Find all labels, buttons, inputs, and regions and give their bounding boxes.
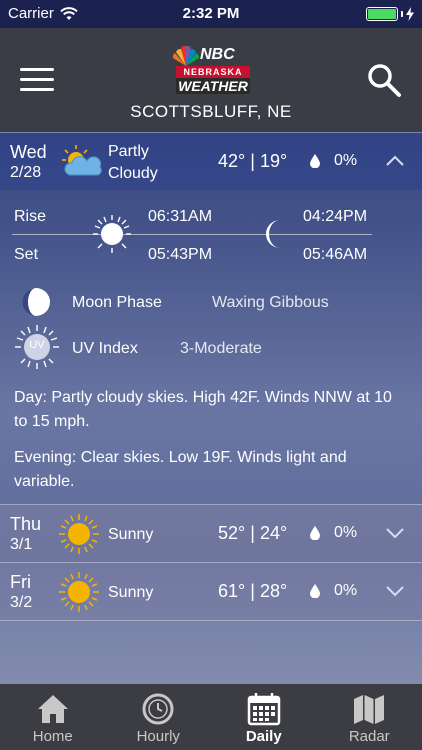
tab-label: Radar bbox=[348, 728, 390, 745]
day-row-thu[interactable]: Thu 3/1 Sunny 52° | 24° 0% bbox=[0, 504, 422, 562]
tab-label: Hourly bbox=[136, 728, 180, 745]
day-details-panel: Rise Set 06:31AM 05:43PM 04:24PM 05:46AM… bbox=[0, 190, 422, 504]
tab-hourly[interactable]: Hourly bbox=[106, 684, 212, 750]
map-icon bbox=[354, 695, 385, 724]
evening-forecast-text: Evening: Clear skies. Low 19F. Winds lig… bbox=[14, 446, 404, 494]
precip-chance: 0% bbox=[334, 524, 358, 541]
sun-icon bbox=[59, 514, 99, 554]
moon-phase-icon bbox=[22, 288, 50, 316]
home-icon bbox=[37, 695, 68, 723]
tab-daily[interactable]: Daily bbox=[211, 684, 317, 750]
low-temp: 19° bbox=[259, 151, 288, 171]
day-date: 3/2 bbox=[10, 594, 33, 611]
sun-icon bbox=[59, 572, 99, 612]
moonrise-time: 04:24PM bbox=[303, 208, 368, 225]
uv-index-label: UV Index bbox=[72, 340, 138, 357]
status-bar: Carrier 2:32 PM bbox=[0, 0, 422, 28]
temp-separator: | bbox=[250, 151, 260, 171]
day-forecast-text: Day: Partly cloudy skies. High 42F. Wind… bbox=[14, 386, 404, 434]
raindrop-icon bbox=[310, 526, 320, 540]
chevron-down-icon[interactable] bbox=[384, 523, 406, 543]
crescent-moon-icon bbox=[266, 220, 280, 248]
bottom-tab-bar: Home Hourly Daily Radar bbox=[0, 684, 422, 750]
day-description: : Partly cloudy skies. High 42F. Winds N… bbox=[14, 389, 392, 430]
location-title: SCOTTSBLUFF, NE bbox=[130, 102, 292, 121]
tab-label: Daily bbox=[245, 728, 282, 745]
tab-label: Home bbox=[32, 728, 73, 745]
day-date: 3/1 bbox=[10, 536, 33, 553]
condition-line2: Cloudy bbox=[108, 165, 158, 182]
temp-range: 52° | 24° bbox=[218, 523, 287, 544]
partly-cloudy-icon bbox=[62, 145, 102, 176]
temp-range: 61° | 28° bbox=[218, 581, 287, 602]
uv-icon-text: UV bbox=[29, 339, 45, 351]
high-temp: 61° bbox=[218, 581, 246, 601]
day-row-fri[interactable]: Fri 3/2 Sunny 61° | 28° 0% bbox=[0, 562, 422, 621]
sunrise-time: 06:31AM bbox=[148, 208, 213, 225]
precip-chance: 0% bbox=[334, 152, 358, 169]
high-temp: 42° bbox=[218, 151, 246, 171]
sun-horizon-icon bbox=[93, 215, 131, 253]
peacock-icon bbox=[172, 46, 200, 66]
battery-icon bbox=[366, 7, 414, 21]
chevron-up-icon[interactable] bbox=[384, 151, 406, 171]
condition: Sunny bbox=[108, 584, 154, 601]
temp-separator: | bbox=[250, 523, 260, 543]
day-label: Day bbox=[14, 389, 43, 406]
logo-brand: WEATHER bbox=[176, 78, 250, 94]
low-temp: 24° bbox=[259, 523, 288, 543]
temp-separator: | bbox=[250, 581, 260, 601]
day-date: 2/28 bbox=[10, 164, 42, 181]
uv-index-icon: UV bbox=[14, 324, 60, 370]
calendar-icon bbox=[247, 693, 280, 726]
logo-state: NEBRASKA bbox=[176, 66, 250, 78]
raindrop-icon bbox=[310, 154, 320, 168]
moon-phase-label: Moon Phase bbox=[72, 294, 162, 311]
uv-index-value: 3-Moderate bbox=[180, 340, 262, 357]
sunset-time: 05:43PM bbox=[148, 246, 213, 263]
rise-label: Rise bbox=[14, 208, 47, 225]
temp-range: 42° | 19° bbox=[218, 151, 287, 172]
condition-line1: Partly bbox=[108, 143, 149, 160]
day-row-wed[interactable]: Wed 2/28 Partly Cloudy 42° | 19° 0% bbox=[0, 132, 422, 190]
high-temp: 52° bbox=[218, 523, 246, 543]
moon-phase-value: Waxing Gibbous bbox=[212, 294, 329, 311]
low-temp: 28° bbox=[259, 581, 288, 601]
clock: 2:32 PM bbox=[182, 5, 240, 22]
app-header: NBC NEBRASKA WEATHER SCOTTSBLUFF, NE bbox=[0, 28, 422, 132]
search-icon[interactable] bbox=[366, 62, 402, 98]
day-name: Fri bbox=[10, 572, 31, 592]
raindrop-icon bbox=[310, 584, 320, 598]
evening-label: Evening bbox=[14, 449, 72, 466]
logo-network: NBC bbox=[200, 46, 235, 63]
day-name: Wed bbox=[10, 142, 47, 162]
charging-bolt-icon bbox=[406, 7, 414, 21]
moonset-time: 05:46AM bbox=[303, 246, 368, 263]
clock-icon bbox=[142, 693, 174, 725]
horizon-line bbox=[12, 234, 372, 235]
menu-button[interactable] bbox=[20, 68, 54, 94]
chevron-down-icon[interactable] bbox=[384, 581, 406, 601]
tab-home[interactable]: Home bbox=[0, 684, 106, 750]
condition: Sunny bbox=[108, 526, 154, 543]
set-label: Set bbox=[14, 246, 39, 263]
day-name: Thu bbox=[10, 514, 42, 534]
tab-radar[interactable]: Radar bbox=[317, 684, 422, 750]
nbc-nebraska-weather-logo: NBC NEBRASKA WEATHER bbox=[170, 46, 254, 96]
precip-chance: 0% bbox=[334, 582, 358, 599]
